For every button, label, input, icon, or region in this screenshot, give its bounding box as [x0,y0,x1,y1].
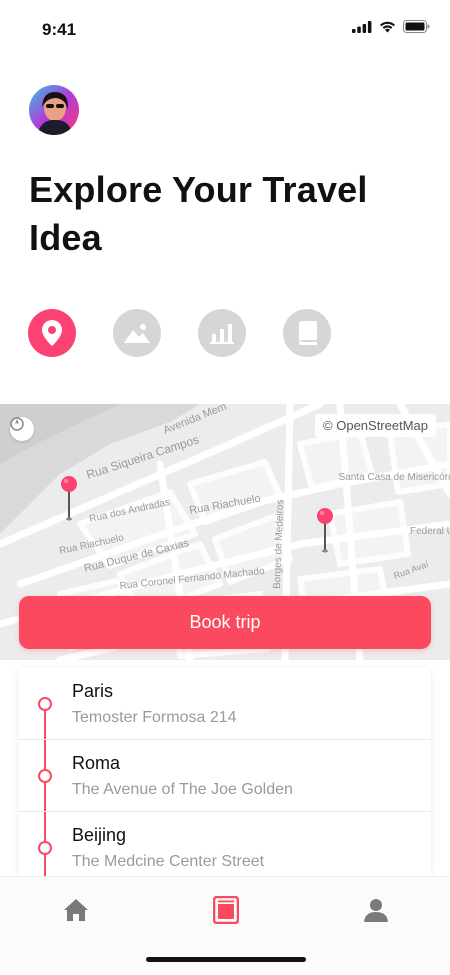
trip-item[interactable]: Paris Temoster Formosa 214 [19,668,431,740]
status-time: 9:41 [42,20,77,39]
page-title: Explore Your Travel Idea [29,169,368,258]
trip-address: Temoster Formosa 214 [72,709,237,726]
trip-address: The Medcine Center Street [72,853,265,870]
book-trip-button[interactable]: Book trip [19,596,431,649]
bar-chart-icon [210,324,234,344]
home-indicator [146,957,306,962]
location-pin-icon [42,320,62,346]
timeline-dot [38,697,52,711]
wifi-icon [380,21,395,32]
calendar-icon [213,896,239,924]
category-location-button[interactable] [28,309,76,357]
status-icons [352,20,430,33]
nav-home[interactable] [61,895,91,925]
avatar-image [29,85,79,135]
timeline-dot [38,841,52,855]
signal-icon [352,20,372,33]
street-label: Federal University Grande do [410,526,450,537]
nav-calendar[interactable] [211,895,241,925]
nav-profile[interactable] [361,895,391,925]
street-label: Santa Casa de Misericórdia [339,472,450,483]
avatar[interactable] [29,85,79,135]
status-bar: 9:41 [0,0,450,60]
timeline-dot [38,769,52,783]
home-icon [64,899,88,921]
image-icon [124,324,150,343]
battery-icon [403,20,430,33]
book-icon [299,321,317,345]
trip-city: Beijing [72,825,127,845]
compass-button[interactable] [10,417,34,441]
trip-city: Roma [72,753,121,773]
category-stats-button[interactable] [198,309,246,357]
trip-address: The Avenue of The Joe Golden [72,781,293,798]
trip-city: Paris [72,681,114,701]
category-book-button[interactable] [283,309,331,357]
category-row [28,309,331,357]
category-image-button[interactable] [113,309,161,357]
compass-icon [10,417,24,431]
trip-item[interactable]: Roma The Avenue of The Joe Golden [19,740,431,812]
profile-icon [364,899,388,922]
trip-item[interactable]: Beijing The Medcine Center Street [19,812,431,878]
trip-list: Paris Temoster Formosa 214 Roma The Aven… [19,668,431,878]
map-attribution[interactable]: © OpenStreetMap [315,414,436,437]
